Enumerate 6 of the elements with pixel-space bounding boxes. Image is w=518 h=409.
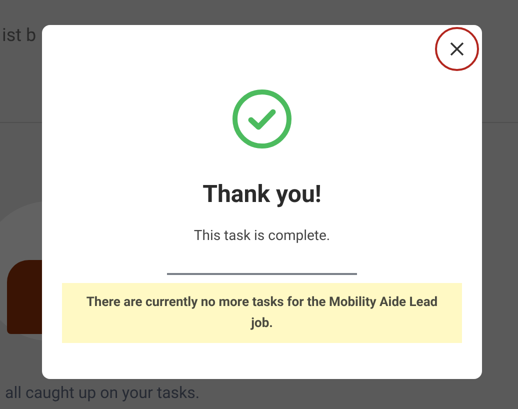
close-button[interactable] — [435, 27, 479, 71]
dialog-title: Thank you! — [202, 179, 322, 209]
dialog-message: This task is complete. — [194, 227, 330, 246]
check-circle-icon — [232, 89, 292, 149]
notice-message: There are currently no more tasks for the Mobility Aide Lead job. — [85, 294, 439, 333]
close-icon — [450, 42, 464, 56]
